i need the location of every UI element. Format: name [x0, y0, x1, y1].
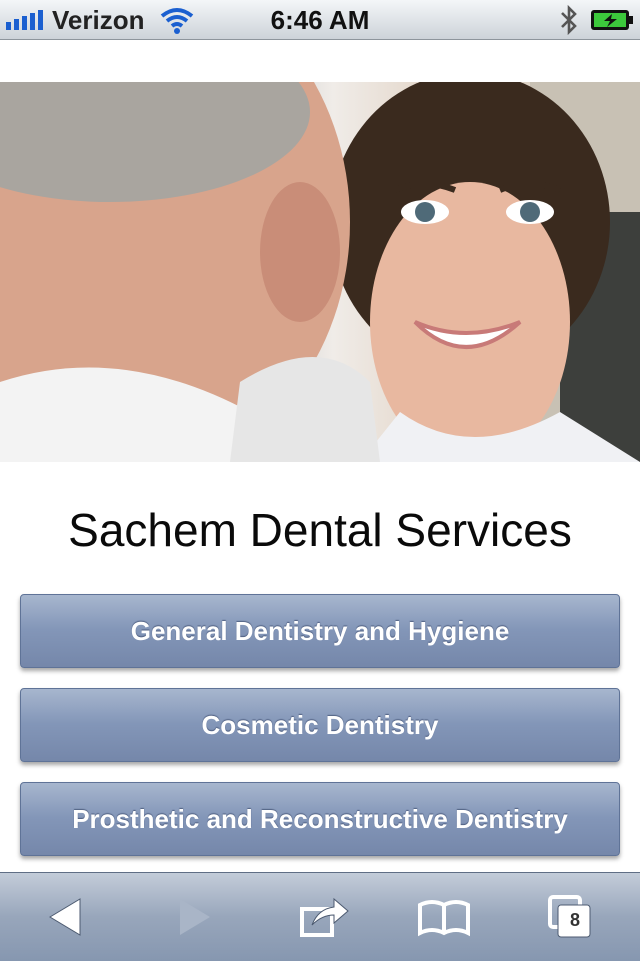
cosmetic-dentistry-button[interactable]: Cosmetic Dentistry [20, 688, 620, 762]
back-arrow-icon [49, 898, 81, 936]
general-dentistry-button[interactable]: General Dentistry and Hygiene [20, 594, 620, 668]
battery-icon [591, 10, 633, 30]
bookmarks-button[interactable] [414, 891, 474, 943]
clock: 6:46 AM [270, 5, 370, 35]
status-bar: Verizon 6:46 AM [0, 0, 640, 40]
share-button[interactable] [294, 891, 354, 943]
tabs-button[interactable]: 8 [544, 891, 604, 943]
page-title: Sachem Dental Services [68, 504, 572, 556]
bluetooth-icon [561, 4, 577, 36]
back-button[interactable] [36, 891, 96, 943]
prosthetic-dentistry-button[interactable]: Prosthetic and Reconstructive Dentistry [20, 782, 620, 856]
tab-count: 8 [569, 910, 580, 930]
bookmarks-icon [418, 900, 470, 937]
hero-illustration [0, 82, 640, 462]
forward-arrow-icon [180, 899, 210, 935]
forward-button[interactable] [164, 891, 224, 943]
share-icon [300, 897, 349, 937]
hero-image [0, 82, 640, 462]
browser-toolbar: 8 [0, 872, 640, 961]
